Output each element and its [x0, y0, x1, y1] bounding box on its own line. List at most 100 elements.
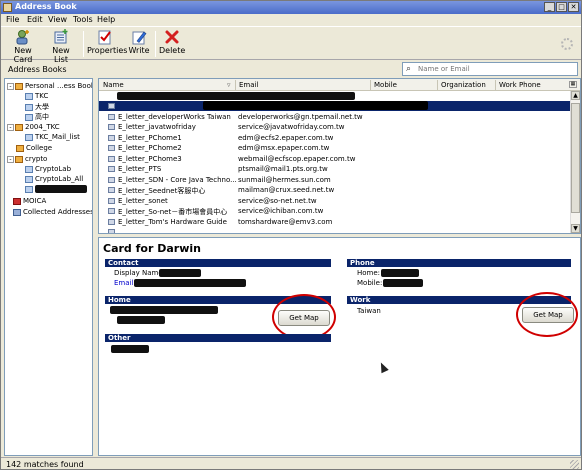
mobile-label: Mobile: — [357, 279, 383, 287]
menu-help[interactable]: Help — [97, 15, 115, 24]
contact-card-icon — [108, 114, 115, 120]
tree-item-crypto[interactable]: - crypto — [7, 155, 47, 165]
delete-button[interactable]: Delete — [159, 29, 185, 59]
results-scrollbar[interactable]: ▲ ▼ — [570, 91, 580, 233]
tree-item-label: Personal ...ess Book — [25, 82, 93, 90]
collapse-icon[interactable]: - — [7, 82, 14, 90]
redaction-mark — [383, 279, 423, 287]
tree-item-label: TKC — [35, 92, 49, 100]
table-row[interactable]: E_letter_developerWorks Taiwan developerw… — [99, 112, 570, 122]
tree-item-personal-address-book[interactable]: - Personal ...ess Book — [7, 82, 93, 92]
column-header-organization[interactable]: Organization — [441, 81, 486, 89]
minimize-button[interactable]: _ — [544, 2, 555, 12]
table-row[interactable] — [99, 91, 570, 101]
maximize-button[interactable]: □ — [556, 2, 567, 12]
collapse-icon[interactable]: - — [7, 123, 14, 131]
table-row[interactable]: E_letter_SDN - Core Java Techno... sunmai… — [99, 175, 570, 185]
tree-item-university[interactable]: 大學 — [25, 102, 49, 112]
row-name: E_letter_PTS — [118, 165, 162, 173]
menu-edit[interactable]: Edit — [27, 15, 43, 24]
collapse-icon[interactable]: - — [7, 155, 14, 163]
sort-indicator-icon: ▿ — [227, 81, 231, 89]
row-name: E_letter_SDN - Core Java Techno... — [118, 176, 237, 184]
table-row[interactable]: E_letter_PChome1 edm@ecfs2.epaper.com.tw — [99, 133, 570, 143]
new-list-button[interactable]: New List — [45, 29, 77, 64]
tree-item-cryptolab[interactable]: CryptoLab — [25, 165, 71, 175]
table-row[interactable] — [99, 227, 570, 233]
table-row[interactable]: E_letter_Tom's Hardware Guide tomshardwar… — [99, 217, 570, 227]
new-card-button[interactable]: New Card — [5, 29, 41, 64]
email-label: Email: — [114, 279, 136, 287]
list-icon — [25, 103, 33, 111]
tree-item-redacted[interactable] — [25, 185, 87, 195]
column-divider[interactable] — [370, 80, 371, 90]
redaction-mark — [381, 269, 419, 277]
column-divider[interactable] — [495, 80, 496, 90]
column-header-name[interactable]: Name — [103, 81, 124, 89]
menu-tools[interactable]: Tools — [73, 15, 93, 24]
table-row[interactable]: E_letter_javatwofriday service@javatwofri… — [99, 122, 570, 132]
scroll-up-icon[interactable]: ▲ — [571, 91, 580, 100]
row-name: E_letter_Seednet客服中心 — [118, 187, 206, 195]
column-picker-icon[interactable]: ▦ — [569, 81, 577, 88]
address-book-tree[interactable]: - Personal ...ess Book TKC 大學 高中 - 2004_TK… — [4, 78, 93, 456]
list-icon — [25, 133, 33, 141]
book-icon — [13, 208, 21, 216]
search-input[interactable] — [418, 64, 573, 74]
tree-item-collected-addresses[interactable]: Collected Addresses — [13, 208, 92, 218]
results-table[interactable]: Name ▿ Email Mobile Organization Work Ph… — [98, 78, 581, 234]
tree-item-2004-tkc[interactable]: - 2004_TKC — [7, 123, 60, 133]
tree-item-college[interactable]: College — [16, 144, 52, 154]
status-bar: 142 matches found — [1, 457, 581, 470]
tree-item-label: College — [26, 144, 53, 152]
tree-item-label: 高中 — [35, 113, 49, 121]
status-text: 142 matches found — [6, 460, 84, 469]
tree-item-cryptolab-all[interactable]: CryptoLab_All — [25, 175, 83, 185]
menu-file[interactable]: File — [6, 15, 19, 24]
row-name: E_letter_So-net－番市場會員中心 — [118, 208, 228, 216]
row-name: E_letter_developerWorks Taiwan — [118, 113, 231, 121]
write-button[interactable]: Write — [127, 29, 151, 59]
search-icon[interactable]: ⌕ — [406, 64, 411, 74]
title-bar[interactable]: Address Book _ □ ✕ — [1, 1, 581, 14]
row-name: E_letter_javatwofriday — [118, 123, 196, 131]
contact-card-icon — [108, 208, 115, 214]
table-row[interactable]: E_letter_PTS ptsmail@mail1.pts.org.tw — [99, 164, 570, 174]
list-icon — [25, 113, 33, 121]
column-divider[interactable] — [235, 80, 236, 90]
row-email: mailman@crux.seed.net.tw — [238, 186, 335, 194]
tree-item-high-school[interactable]: 高中 — [25, 112, 49, 122]
close-button[interactable]: ✕ — [568, 2, 579, 12]
row-name: E_letter_Tom's Hardware Guide — [118, 218, 227, 226]
scroll-down-icon[interactable]: ▼ — [571, 224, 580, 233]
address-books-label: Address Books — [8, 65, 67, 74]
toolbar-separator — [155, 31, 156, 57]
properties-icon — [98, 30, 111, 45]
table-row[interactable]: E_letter_Seednet客服中心 mailman@crux.seed.ne… — [99, 185, 570, 195]
redaction-mark — [117, 92, 355, 100]
column-header-work-phone[interactable]: Work Phone — [499, 81, 541, 89]
table-row[interactable]: E_letter_sonet service@so-net.net.tw — [99, 196, 570, 206]
tree-item-moica[interactable]: MOICA — [13, 197, 46, 207]
column-divider[interactable] — [437, 80, 438, 90]
column-header-email[interactable]: Email — [239, 81, 258, 89]
resize-grip-icon[interactable] — [570, 460, 579, 469]
row-email: service@so-net.net.tw — [238, 197, 317, 205]
ldap-directory-icon — [13, 197, 21, 205]
tree-item-tkc-mail-list[interactable]: TKC_Mail_list — [25, 133, 80, 143]
search-box[interactable]: ⌕ — [402, 62, 578, 76]
scroll-thumb[interactable] — [571, 103, 580, 213]
tree-item-label: crypto — [25, 155, 48, 163]
column-header-mobile[interactable]: Mobile — [374, 81, 397, 89]
table-row[interactable]: E_letter_So-net－番市場會員中心 service@ichiban.c… — [99, 206, 570, 216]
table-row[interactable]: E_letter_PChome3 webmail@ecfscop.epaper.c… — [99, 154, 570, 164]
pane-splitter[interactable] — [94, 78, 97, 456]
table-header: Name ▿ Email Mobile Organization Work Ph… — [99, 79, 580, 91]
properties-button[interactable]: Properties — [87, 29, 127, 59]
table-row[interactable]: E_letter_PChome2 edm@msx.epaper.com.tw — [99, 143, 570, 153]
menu-view[interactable]: View — [48, 15, 67, 24]
redaction-mark — [111, 345, 149, 353]
redaction-mark — [35, 185, 87, 193]
table-row-selected[interactable] — [99, 101, 570, 111]
tree-item-tkc[interactable]: TKC — [25, 92, 48, 102]
